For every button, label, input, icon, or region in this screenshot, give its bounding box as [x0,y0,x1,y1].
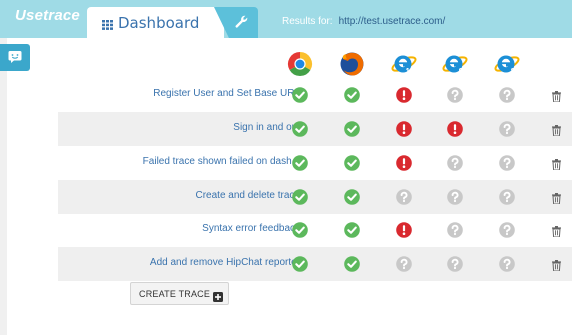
check-circle-icon[interactable] [344,87,360,103]
chrome-icon [287,51,313,77]
check-circle-icon[interactable] [292,121,308,137]
exclamation-circle-icon[interactable] [396,121,412,137]
trace-row: Syntax error feedback [58,213,572,247]
question-circle-icon[interactable] [447,189,463,205]
trash-icon[interactable] [552,191,561,209]
trash-icon[interactable] [552,224,561,242]
trace-row: Failed trace shown failed on dash... [58,146,572,180]
svg-text:10: 10 [406,67,415,76]
trace-name-link[interactable]: Create and delete trace [195,190,300,201]
trace-name-link[interactable]: Add and remove HipChat reporter [150,257,300,268]
wrench-icon [235,15,248,28]
check-circle-icon[interactable] [344,155,360,171]
firefox-icon [339,51,365,77]
question-circle-icon[interactable] [499,222,515,238]
question-circle-icon[interactable] [499,87,515,103]
question-circle-icon[interactable] [499,189,515,205]
plus-square-icon [213,289,223,307]
question-circle-icon[interactable] [396,256,412,272]
svg-text:8: 8 [511,67,516,76]
trace-name-link[interactable]: Syntax error feedback [202,223,300,234]
question-circle-icon[interactable] [447,155,463,171]
check-circle-icon[interactable] [292,222,308,238]
trace-name-link[interactable]: Register User and Set Base URL [153,88,300,99]
check-circle-icon[interactable] [292,87,308,103]
check-circle-icon[interactable] [344,121,360,137]
check-circle-icon[interactable] [292,256,308,272]
check-circle-icon[interactable] [344,222,360,238]
question-circle-icon[interactable] [396,189,412,205]
trash-icon[interactable] [552,258,561,276]
create-trace-label: CREATE TRACE [139,289,211,299]
svg-text:9: 9 [459,67,464,76]
ie9-icon: 9 [442,51,468,77]
check-circle-icon[interactable] [344,256,360,272]
ie10-icon: 10 [391,51,417,77]
trace-row: Add and remove HipChat reporter [58,247,572,281]
check-circle-icon[interactable] [292,155,308,171]
results-label: Results for: [282,16,333,27]
trace-row: Register User and Set Base URL [58,78,572,112]
question-circle-icon[interactable] [499,121,515,137]
create-trace-button[interactable]: CREATE TRACE [130,282,229,305]
question-circle-icon[interactable] [499,256,515,272]
trace-name-link[interactable]: Sign in and out [233,122,300,133]
usetrace-logo[interactable]: Usetrace [15,7,80,24]
question-circle-icon[interactable] [499,155,515,171]
chat-icon [8,51,22,63]
trace-name-link[interactable]: Failed trace shown failed on dash... [143,156,300,167]
check-circle-icon[interactable] [292,189,308,205]
question-circle-icon[interactable] [447,222,463,238]
grid-icon [102,17,113,35]
results-for: Results for: http://test.usetrace.com/ [282,16,445,27]
feedback-button[interactable] [0,44,30,71]
exclamation-circle-icon[interactable] [396,87,412,103]
check-circle-icon[interactable] [344,189,360,205]
trash-icon[interactable] [552,89,561,107]
tab-dashboard[interactable]: Dashboard [87,7,224,38]
question-circle-icon[interactable] [447,87,463,103]
trash-icon[interactable] [552,123,561,141]
question-circle-icon[interactable] [447,256,463,272]
exclamation-circle-icon[interactable] [396,222,412,238]
trace-row: Sign in and out [58,112,572,146]
tab-dashboard-label: Dashboard [118,14,200,32]
exclamation-circle-icon[interactable] [447,121,463,137]
results-url[interactable]: http://test.usetrace.com/ [339,16,446,27]
trace-row: Create and delete trace [58,180,572,214]
exclamation-circle-icon[interactable] [396,155,412,171]
top-bar: Usetrace Dashboard Results for: http://te… [0,0,572,38]
trash-icon[interactable] [552,157,561,175]
ie8-icon: 8 [494,51,520,77]
